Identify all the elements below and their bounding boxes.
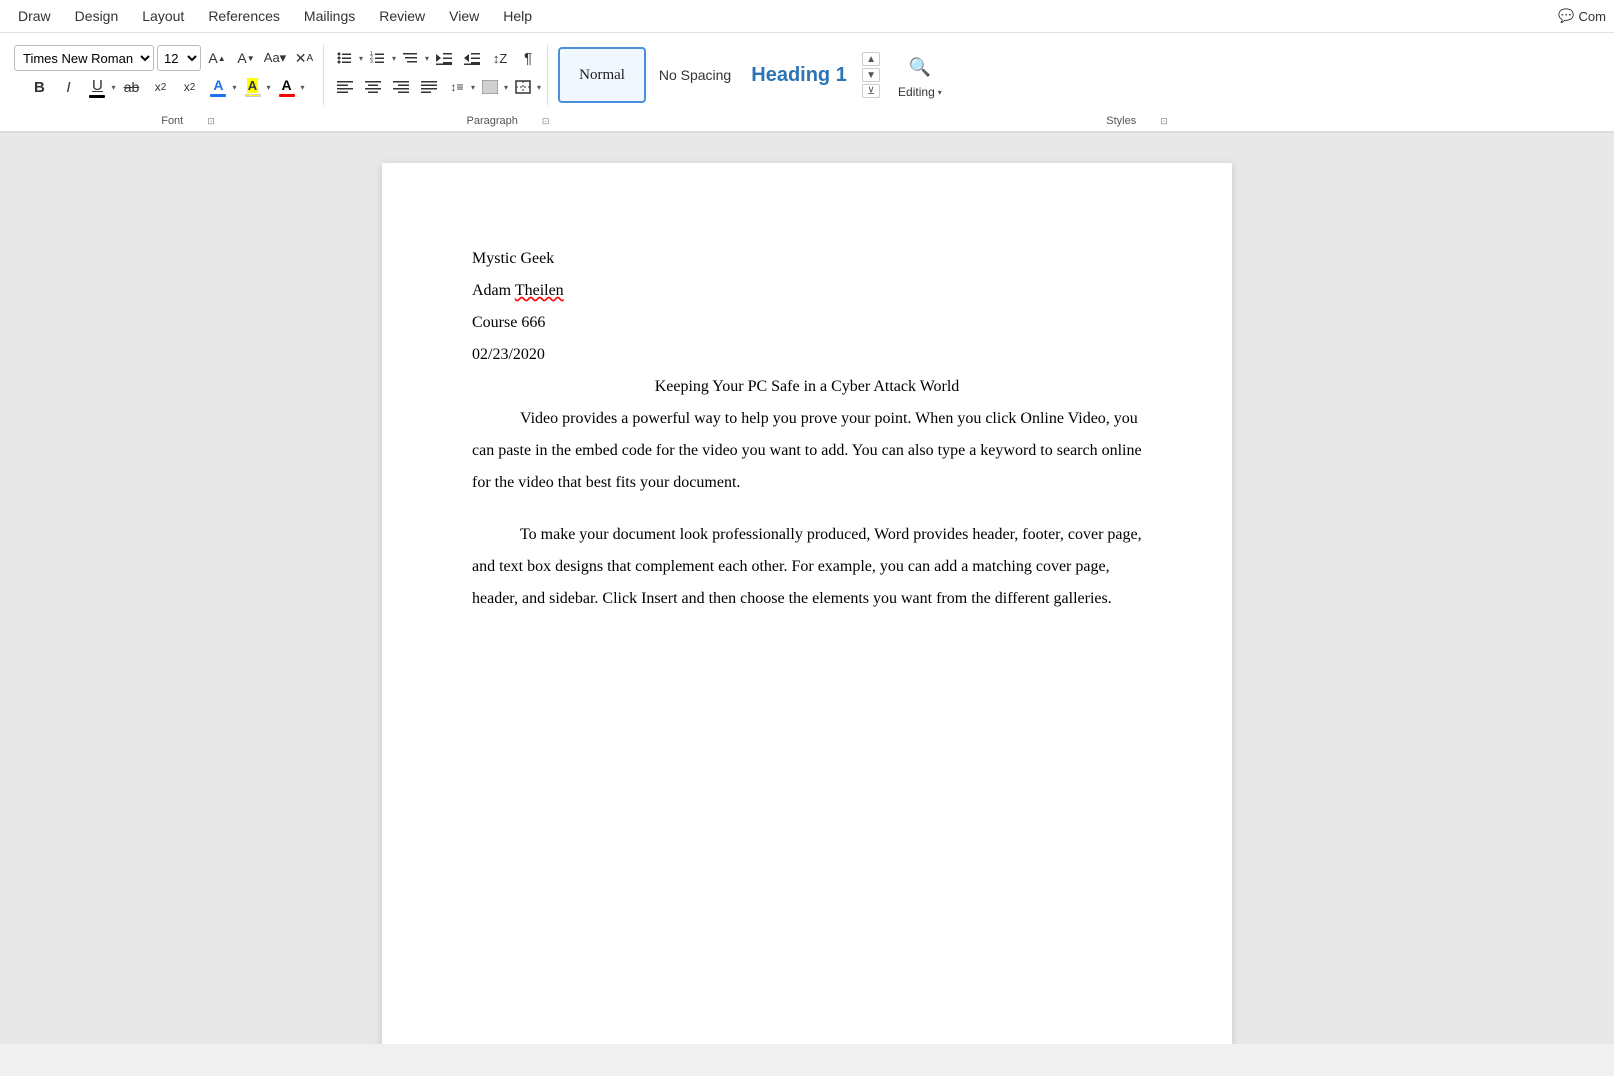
numbering-button[interactable]: 1.2.3.	[365, 45, 391, 71]
shading-button[interactable]	[477, 74, 503, 100]
italic-button[interactable]: I	[55, 74, 81, 100]
font-color-red-button[interactable]: A	[274, 74, 300, 100]
line-spacing-button[interactable]: ↕≡	[444, 74, 470, 100]
font-size-select[interactable]: 12	[157, 45, 201, 71]
doc-line-1: Mystic Geek	[472, 243, 1142, 275]
strikethrough-button[interactable]: ab	[118, 74, 144, 100]
styles-scroll: ▲ ▼ ⊻	[862, 52, 880, 98]
toolbar: Times New Roman 12 A▲ A▼ Aa▾ ✕A B I U	[0, 33, 1614, 113]
menu-item-draw[interactable]: Draw	[8, 4, 61, 28]
borders-arrow[interactable]: ▾	[537, 83, 541, 92]
styles-group: Normal No Spacing Heading 1 ▲ ▼ ⊻	[550, 45, 888, 105]
highlight-arrow[interactable]: ▾	[267, 83, 271, 92]
decrease-indent-button[interactable]	[431, 45, 457, 71]
styles-expand-icon[interactable]: ⊡	[1160, 116, 1168, 127]
align-right-button[interactable]	[388, 74, 414, 100]
font-shrink-button[interactable]: A▼	[233, 45, 259, 71]
borders-button[interactable]	[510, 74, 536, 100]
doc-line-2-squiggly: Theilen	[515, 282, 564, 299]
paragraph-label: Paragraph	[447, 115, 538, 127]
bold-button[interactable]: B	[26, 74, 52, 100]
styles-scroll-down[interactable]: ▼	[862, 68, 880, 82]
font-color-button[interactable]: A	[205, 74, 231, 100]
font-grow-button[interactable]: A▲	[204, 45, 230, 71]
document-area: Mystic Geek Adam Theilen Course 666 02/2…	[0, 133, 1614, 1044]
style-no-spacing-button[interactable]: No Spacing	[650, 47, 740, 103]
paragraph-group: ▾ 1.2.3. ▾ ▾	[326, 45, 548, 105]
menu-item-review[interactable]: Review	[369, 4, 435, 28]
ribbon-labels: Font ⊡ Paragraph ⊡ Styles ⊡	[0, 113, 1614, 132]
underline-arrow[interactable]: ▾	[111, 83, 115, 92]
menu-item-design[interactable]: Design	[65, 4, 129, 28]
styles-scroll-up[interactable]: ▲	[862, 52, 880, 66]
multilevel-button[interactable]	[398, 45, 424, 71]
highlight-button[interactable]: A	[240, 74, 266, 100]
sort-button[interactable]: ↕Z	[487, 45, 513, 71]
menu-item-view[interactable]: View	[439, 4, 489, 28]
align-center-button[interactable]	[360, 74, 386, 100]
menu-item-help[interactable]: Help	[493, 4, 542, 28]
editing-arrow[interactable]: ▾	[938, 88, 942, 97]
font-color-arrow[interactable]: ▾	[232, 83, 236, 92]
styles-expand[interactable]: ⊻	[862, 84, 880, 98]
comment-button[interactable]: 💬 Com	[1558, 8, 1606, 24]
doc-line-4: 02/23/2020	[472, 339, 1142, 371]
shading-arrow[interactable]: ▾	[504, 83, 508, 92]
doc-line-2: Adam Theilen	[472, 275, 1142, 307]
multilevel-arrow[interactable]: ▾	[425, 54, 429, 63]
doc-line-3: Course 666	[472, 307, 1142, 339]
doc-title: Keeping Your PC Safe in a Cyber Attack W…	[472, 371, 1142, 403]
font-group: Times New Roman 12 A▲ A▼ Aa▾ ✕A B I U	[8, 45, 324, 105]
svg-text:3.: 3.	[370, 59, 374, 65]
line-spacing-arrow[interactable]: ▾	[471, 83, 475, 92]
doc-paragraph-1: Video provides a powerful way to help yo…	[472, 403, 1142, 499]
align-left-button[interactable]	[332, 74, 358, 100]
superscript-button[interactable]: x2	[176, 74, 202, 100]
document-page[interactable]: Mystic Geek Adam Theilen Course 666 02/2…	[382, 163, 1232, 1044]
style-heading-button[interactable]: Heading 1	[744, 47, 854, 103]
justify-button[interactable]	[416, 74, 442, 100]
show-marks-button[interactable]: ¶	[515, 45, 541, 71]
subscript-button[interactable]: x2	[147, 74, 173, 100]
font-family-select[interactable]: Times New Roman	[14, 45, 154, 71]
menu-bar: Draw Design Layout References Mailings R…	[0, 0, 1614, 33]
bullets-button[interactable]	[332, 45, 358, 71]
menu-item-layout[interactable]: Layout	[132, 4, 194, 28]
doc-paragraph-2: To make your document look professionall…	[472, 519, 1142, 615]
menu-item-mailings[interactable]: Mailings	[294, 4, 365, 28]
bullets-arrow[interactable]: ▾	[359, 54, 363, 63]
font-label: Font	[141, 115, 203, 127]
underline-button[interactable]: U	[84, 74, 110, 100]
increase-indent-button[interactable]	[459, 45, 485, 71]
comment-label: Com	[1579, 9, 1606, 24]
doc-line-2-prefix: Adam	[472, 282, 515, 299]
font-expand-icon[interactable]: ⊡	[207, 116, 215, 127]
editing-group: 🔍 Editing ▾	[890, 45, 950, 105]
paragraph-expand-icon[interactable]: ⊡	[542, 116, 550, 127]
change-case-button[interactable]: Aa▾	[262, 45, 288, 71]
menu-item-references[interactable]: References	[198, 4, 290, 28]
search-button[interactable]: 🔍	[904, 51, 936, 83]
clear-formatting-button[interactable]: ✕A	[291, 45, 317, 71]
editing-label[interactable]: Editing ▾	[898, 85, 942, 99]
style-normal-button[interactable]: Normal	[558, 47, 646, 103]
numbering-arrow[interactable]: ▾	[392, 54, 396, 63]
comment-icon: 💬	[1558, 8, 1574, 24]
styles-label: Styles	[1086, 115, 1156, 127]
font-color-red-arrow[interactable]: ▾	[301, 83, 305, 92]
